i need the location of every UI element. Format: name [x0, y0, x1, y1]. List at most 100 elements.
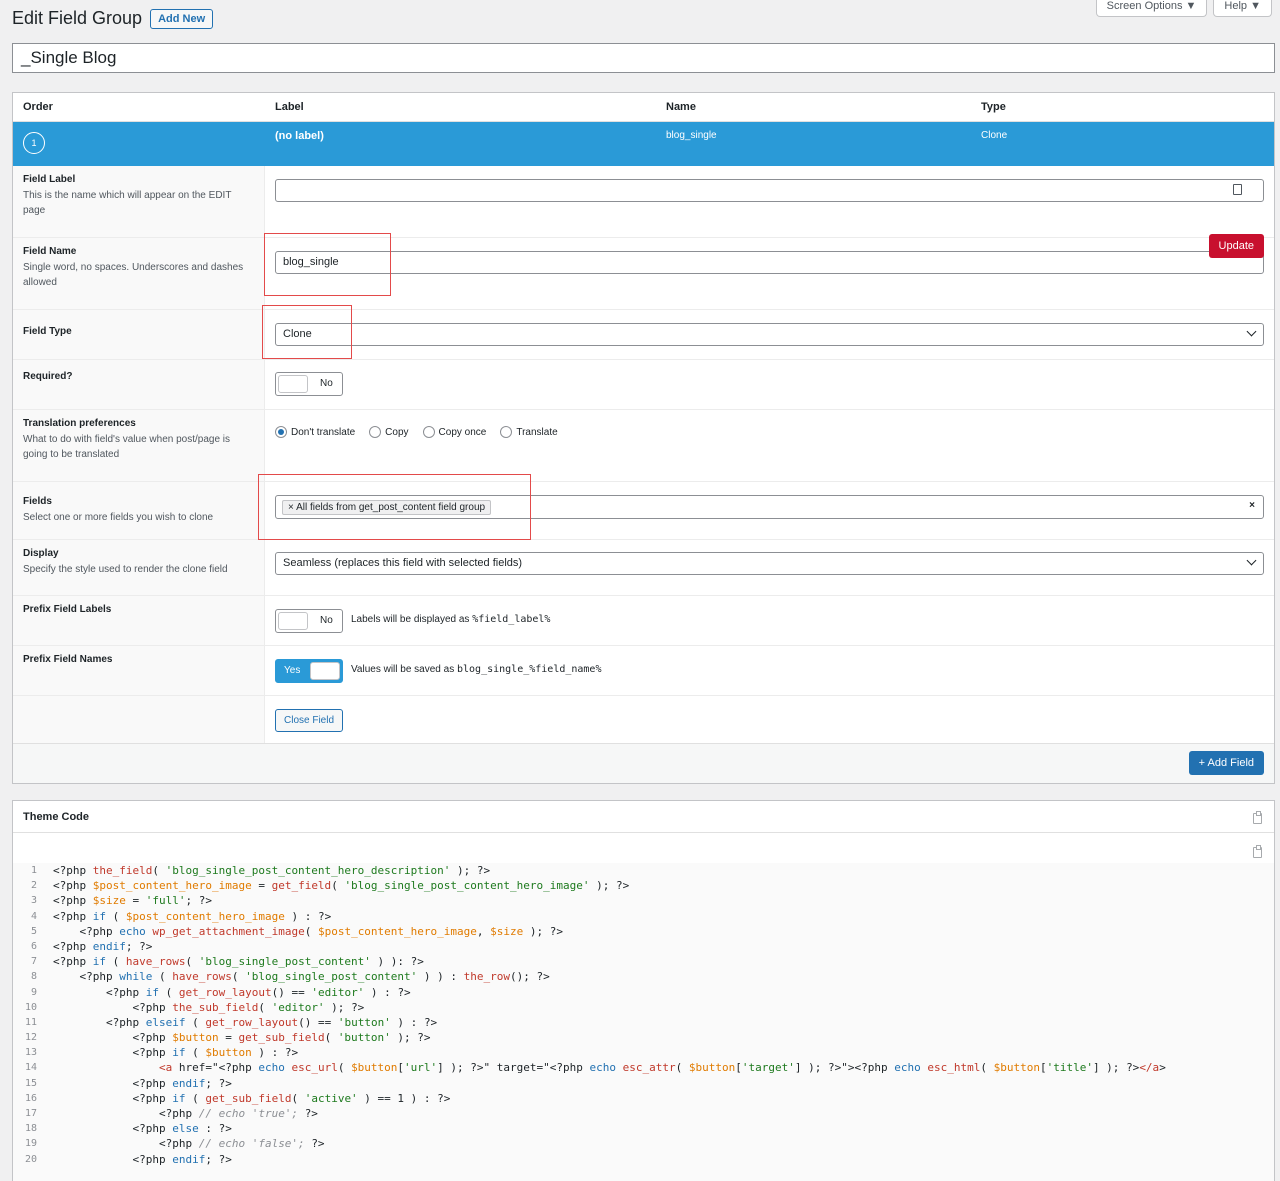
note-text: Values will be saved as: [351, 664, 457, 675]
field-row-active[interactable]: 1 (no label) blog_single Clone: [13, 122, 1274, 166]
setting-close: Close Field: [13, 696, 1274, 745]
field-label-clipboard-icon[interactable]: [1233, 184, 1242, 195]
radio-label: Translate: [516, 426, 558, 438]
code-text: <?php $size = 'full'; ?>: [53, 894, 212, 908]
code-text: <?php while ( have_rows( 'blog_single_po…: [79, 970, 550, 984]
page-title: Edit Field Group: [12, 8, 143, 28]
radio-circle[interactable]: [422, 426, 435, 438]
line-number: 20: [24, 1153, 37, 1165]
header-type: Type: [981, 101, 1006, 113]
clear-selection-icon[interactable]: ×: [1249, 500, 1255, 511]
toggle-knob: [278, 612, 308, 630]
field-name-input[interactable]: blog_single: [275, 251, 1264, 274]
prefix-names-note: Values will be saved as blog_single_%fie…: [351, 664, 601, 675]
theme-code-title: Theme Code: [23, 811, 90, 823]
code-line: 5 <?php echo wp_get_attachment_image( $p…: [13, 924, 1274, 939]
field-row-label[interactable]: (no label): [275, 130, 324, 142]
radio-circle[interactable]: [369, 426, 382, 438]
radio-dont-translate[interactable]: Don't translate: [275, 426, 355, 438]
copy-all-icon[interactable]: [1253, 811, 1262, 824]
code-line: 3 <?php $size = 'full'; ?>: [13, 893, 1274, 908]
radio-copy[interactable]: Copy: [369, 426, 409, 438]
code-line: 16 <?php if ( get_sub_field( 'active' ) …: [13, 1091, 1274, 1106]
code-text: <?php if ( $button ) : ?>: [132, 1046, 299, 1060]
setting-label-cell: Field Name Single word, no spaces. Under…: [13, 238, 265, 309]
setting-title: Display: [23, 548, 59, 559]
add-field-button[interactable]: + Add Field: [1188, 751, 1264, 775]
setting-desc: Select one or more fields you wish to cl…: [23, 512, 214, 523]
radio-circle[interactable]: [500, 426, 513, 438]
fields-table-header: Order Label Name Type: [13, 93, 1274, 122]
setting-label-cell: Fields Select one or more fields you wis…: [13, 482, 265, 539]
radio-copy-once[interactable]: Copy once: [422, 426, 486, 438]
code-line: 18 <?php else : ?>: [13, 1121, 1274, 1136]
code-line: 4 <?php if ( $post_content_hero_image ) :…: [13, 909, 1274, 924]
code-text: <a href="<?php echo esc_url( $button['ur…: [158, 1061, 1166, 1075]
setting-label-cell: Translation preferences What to do with …: [13, 410, 265, 481]
theme-code-area: 1 <?php the_field( 'blog_single_post_cont…: [13, 863, 1274, 1181]
code-line: 10 <?php the_sub_field( 'editor' ); ?>: [13, 1000, 1274, 1015]
setting-label-cell: Display Specify the style used to render…: [13, 540, 265, 595]
setting-label-cell: [13, 696, 265, 745]
setting-prefix-names: Prefix Field Names Yes Values will be sa…: [13, 646, 1274, 696]
help-button[interactable]: Help ▼: [1213, 0, 1272, 17]
code-text: <?php echo wp_get_attachment_image( $pos…: [79, 924, 564, 938]
code-text: <?php if ( $post_content_hero_image ) : …: [53, 909, 332, 923]
setting-label-cell: Field Type: [13, 310, 265, 359]
setting-desc: What to do with field's value when post/…: [23, 434, 231, 460]
toggle-label: No: [320, 615, 333, 626]
setting-desc: Specify the style used to render the clo…: [23, 564, 228, 575]
code-line: 9 <?php if ( get_row_layout() == 'editor…: [13, 985, 1274, 1000]
copy-code-icon[interactable]: [1253, 845, 1262, 858]
field-label-input[interactable]: [275, 179, 1264, 202]
code-text: <?php endif; ?>: [132, 1152, 232, 1166]
radio-circle[interactable]: [275, 426, 287, 438]
field-type-value: Clone: [283, 328, 312, 340]
note-code: blog_single_%field_name%: [456, 664, 602, 675]
field-order-badge[interactable]: 1: [23, 132, 45, 154]
close-field-button[interactable]: Close Field: [275, 709, 344, 732]
translation-radio-group: Don't translate Copy Copy once Translate: [275, 426, 558, 438]
chevron-down-icon: [1246, 326, 1257, 337]
setting-title: Prefix Field Labels: [23, 604, 112, 615]
setting-title: Required?: [23, 371, 73, 382]
screen-options-button[interactable]: Screen Options ▼: [1095, 0, 1208, 17]
code-line: 17 <?php // echo 'true'; ?>: [13, 1106, 1274, 1121]
line-number: 8: [30, 971, 37, 983]
setting-desc: Single word, no spaces. Underscores and …: [23, 262, 244, 288]
line-number: 5: [30, 925, 37, 937]
header-label: Label: [275, 101, 304, 113]
line-number: 19: [24, 1138, 37, 1150]
field-row-name: blog_single: [666, 130, 717, 141]
update-button[interactable]: Update: [1208, 234, 1264, 258]
setting-field-type: Field Type Clone: [13, 310, 1274, 360]
header-name: Name: [666, 101, 696, 113]
selected-field-chip[interactable]: × All fields from get_post_content field…: [282, 500, 492, 515]
required-toggle[interactable]: No: [275, 372, 343, 396]
fields-multiselect[interactable]: × All fields from get_post_content field…: [275, 495, 1264, 519]
line-number: 9: [30, 986, 37, 998]
radio-translate[interactable]: Translate: [500, 426, 558, 438]
line-number: 1: [30, 865, 37, 876]
add-new-button[interactable]: Add New: [150, 8, 214, 29]
prefix-names-toggle[interactable]: Yes: [275, 659, 343, 683]
line-number: 4: [30, 910, 37, 922]
display-select[interactable]: Seamless (replaces this field with selec…: [275, 552, 1264, 575]
prefix-labels-toggle[interactable]: No: [275, 609, 343, 633]
note-code: %field_label%: [472, 614, 551, 625]
code-text: <?php elseif ( get_row_layout() == 'butt…: [105, 1015, 438, 1029]
note-text: Labels will be displayed as: [351, 614, 473, 625]
field-type-select[interactable]: Clone: [275, 323, 1264, 346]
setting-translation: Translation preferences What to do with …: [13, 410, 1274, 482]
setting-title: Translation preferences: [23, 418, 136, 429]
toggle-label: Yes: [284, 665, 301, 676]
code-line: 6 <?php endif; ?>: [13, 939, 1274, 954]
code-text: <?php the_sub_field( 'editor' ); ?>: [132, 1000, 365, 1014]
theme-code-box: Theme Code 1 <?php the_field( 'blog_singl…: [12, 800, 1275, 1181]
line-number: 10: [24, 1001, 37, 1013]
line-number: 11: [24, 1016, 37, 1028]
code-line: 7 <?php if ( have_rows( 'blog_single_post…: [13, 954, 1274, 969]
setting-fields: Fields Select one or more fields you wis…: [13, 482, 1274, 540]
code-text: <?php if ( get_row_layout() == 'editor' …: [105, 985, 411, 999]
group-title-input[interactable]: _Single Blog: [12, 43, 1275, 73]
